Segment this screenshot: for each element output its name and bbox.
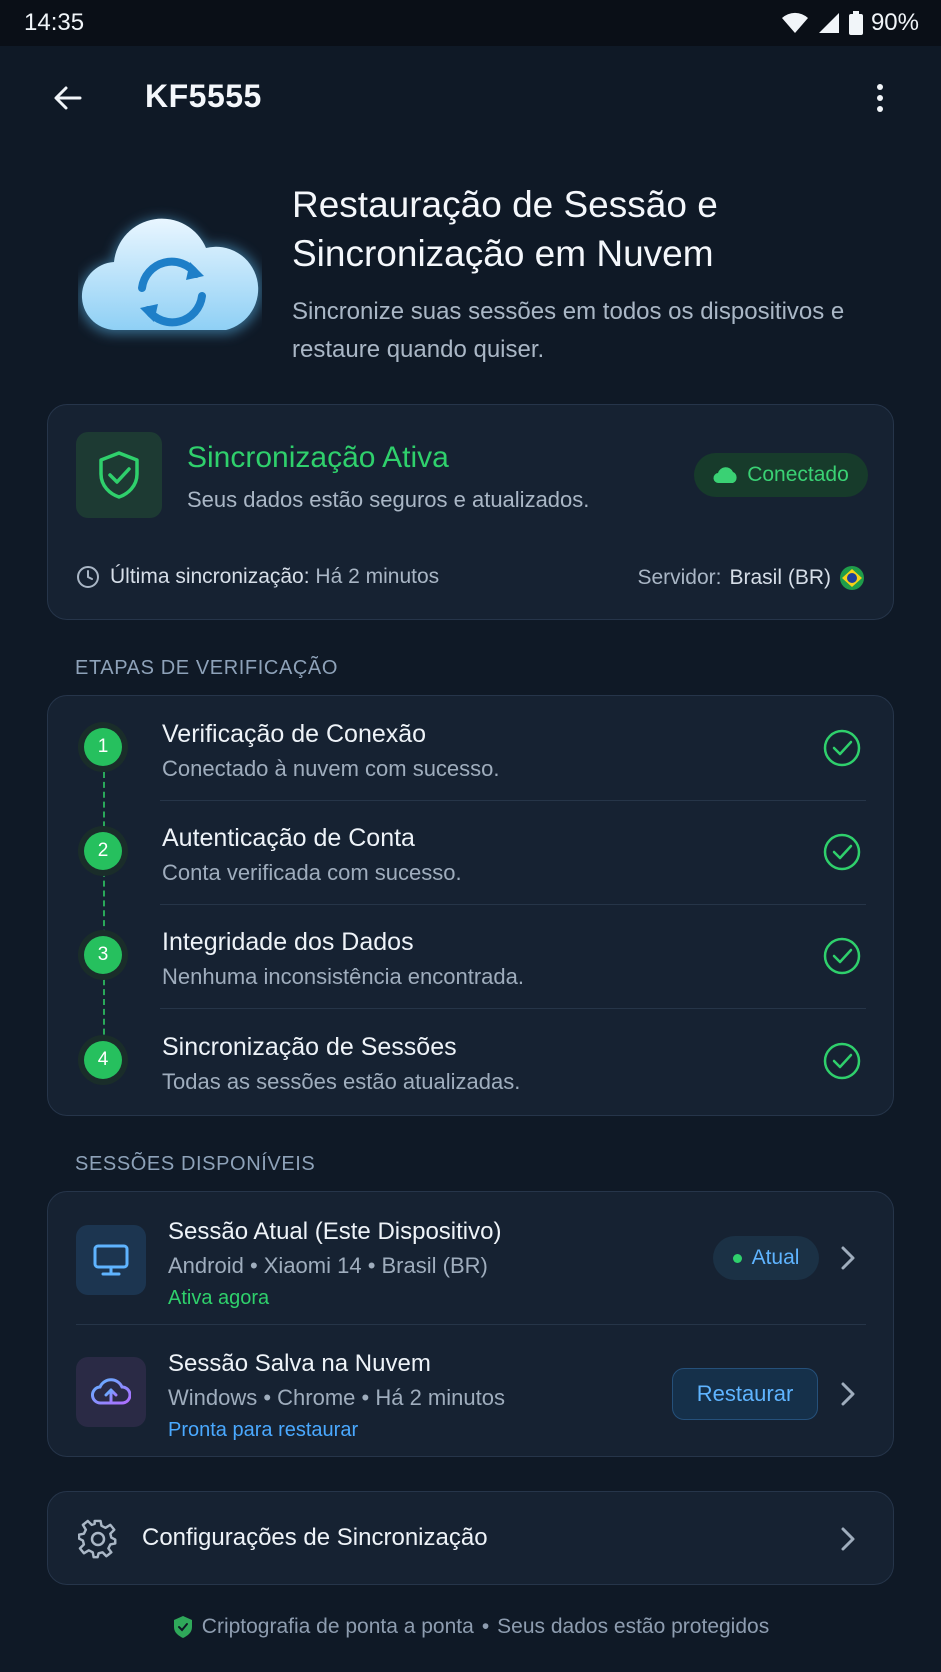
step-number: 2 [84, 832, 122, 870]
step-title: Integridade dos Dados [162, 928, 414, 956]
server-info: Servidor: Brasil (BR) [637, 565, 865, 591]
last-sync-label: Última sincronização: [110, 565, 310, 588]
session-device-badge [76, 1357, 146, 1427]
sync-status-title: Sincronização Ativa [187, 441, 449, 474]
step-data-integrity: 3 Integridade dos Dados Nenhuma inconsis… [48, 904, 895, 1008]
step-title: Verificação de Conexão [162, 720, 427, 748]
signal-icon [818, 13, 839, 33]
footer-protected: Seus dados estão protegidos [497, 1615, 770, 1638]
connected-label: Conectado [747, 463, 849, 486]
step-number: 4 [84, 1041, 122, 1079]
cloud-upload-icon [91, 1378, 131, 1405]
chevron-right-icon[interactable] [839, 1244, 857, 1272]
wifi-icon [781, 12, 808, 33]
hero-subtitle: Sincronize suas sessões em todos os disp… [292, 298, 845, 363]
current-badge: Atual [713, 1236, 819, 1280]
shield-badge [76, 432, 162, 518]
step-title: Autenticação de Conta [162, 824, 415, 852]
restore-button[interactable]: Restaurar [672, 1368, 818, 1420]
battery-level: 90% [870, 9, 919, 36]
session-meta: Windows • Chrome • Há 2 minutos [168, 1385, 505, 1410]
session-state: Pronta para restaurar [168, 1419, 359, 1441]
cloud-icon [713, 467, 737, 484]
check-circle-icon [823, 1042, 861, 1080]
brazil-flag-icon [840, 566, 864, 590]
footer-encryption: Criptografia de ponta a ponta [201, 1615, 474, 1638]
app-bar: KF5555 [0, 46, 941, 150]
step-session-sync: 4 Sincronização de Sessões Todas as sess… [48, 1009, 895, 1113]
step-title: Sincronização de Sessões [162, 1033, 457, 1061]
status-bar: 14:35 90% [0, 0, 941, 46]
shield-icon [173, 1616, 192, 1638]
step-description: Todas as sessões estão atualizadas. [162, 1069, 521, 1094]
session-title: Sessão Atual (Este Dispositivo) [168, 1218, 502, 1245]
footer-note: Criptografia de ponta a ponta • Seus dad… [0, 1615, 941, 1639]
session-meta: Android • Xiaomi 14 • Brasil (BR) [168, 1253, 488, 1278]
check-circle-icon [823, 937, 861, 975]
step-number: 1 [84, 728, 122, 766]
check-circle-icon [823, 729, 861, 767]
gear-icon [78, 1519, 117, 1559]
session-device-badge [76, 1225, 146, 1295]
step-description: Conta verificada com sucesso. [162, 860, 462, 885]
sessions-section-label: SESSÕES DISPONÍVEIS [75, 1153, 316, 1175]
sessions-card: Sessão Atual (Este Dispositivo) Android … [47, 1191, 894, 1457]
server-label: Servidor: [637, 566, 722, 589]
chevron-right-icon[interactable] [839, 1380, 857, 1408]
footer-separator: • [481, 1615, 490, 1638]
status-time: 14:35 [24, 9, 85, 36]
sync-settings-row[interactable]: Configurações de Sincronização [47, 1491, 894, 1585]
session-state: Ativa agora [168, 1287, 270, 1309]
session-current[interactable]: Sessão Atual (Este Dispositivo) Android … [48, 1192, 895, 1322]
chevron-right-icon [841, 1527, 855, 1551]
battery-icon [848, 11, 863, 35]
step-connection: 1 Verificação de Conexão Conectado à nuv… [48, 696, 895, 800]
step-description: Nenhuma inconsistência encontrada. [162, 964, 525, 989]
current-badge-label: Atual [751, 1246, 800, 1269]
clock-icon [77, 566, 99, 588]
sync-settings-label: Configurações de Sincronização [142, 1524, 488, 1551]
sync-status-description: Seus dados estão seguros e atualizados. [187, 487, 590, 512]
more-vert-icon[interactable] [866, 80, 894, 116]
status-dot [732, 1253, 742, 1263]
sync-status-card: Sincronização Ativa Seus dados estão seg… [47, 404, 894, 620]
verification-steps-card: 1 Verificação de Conexão Conectado à nuv… [47, 695, 894, 1116]
hero-title: Restauração de Sessão e Sincronização em… [292, 184, 718, 274]
app-title: KF5555 [145, 78, 262, 114]
cloud-sync-icon [78, 218, 262, 335]
last-sync-value: Há 2 minutos [315, 565, 440, 588]
status-icons: 90% [781, 9, 919, 37]
session-cloud-saved[interactable]: Sessão Salva na Nuvem Windows • Chrome •… [48, 1324, 895, 1454]
steps-section-label: ETAPAS DE VERIFICAÇÃO [75, 657, 339, 679]
step-authentication: 2 Autenticação de Conta Conta verificada… [48, 800, 895, 904]
step-description: Conectado à nuvem com sucesso. [162, 756, 500, 781]
server-value: Brasil (BR) [729, 566, 831, 589]
step-number: 3 [84, 936, 122, 974]
monitor-icon [93, 1244, 129, 1276]
connected-badge: Conectado [694, 453, 868, 497]
back-arrow-icon[interactable] [50, 80, 86, 116]
session-title: Sessão Salva na Nuvem [168, 1350, 431, 1377]
shield-check-icon [99, 451, 139, 499]
last-sync: Última sincronização: Há 2 minutos [76, 565, 439, 589]
check-circle-icon [823, 833, 861, 871]
